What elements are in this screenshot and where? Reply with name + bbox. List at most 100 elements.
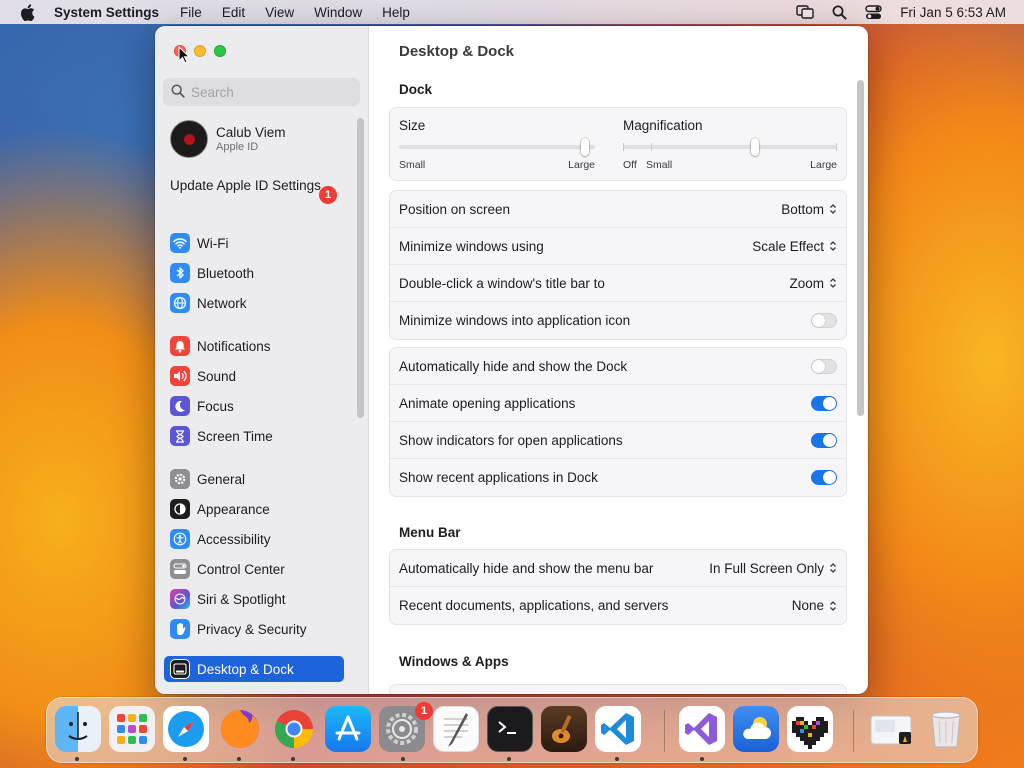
sidebar-item-appearance[interactable]: Appearance: [164, 496, 344, 522]
sidebar-item-general[interactable]: General: [164, 466, 344, 492]
magnification-tick: [623, 143, 624, 151]
magnification-slider-knob[interactable]: [750, 138, 759, 156]
running-indicator: [401, 757, 405, 761]
row-label: Double-click a window's title bar to: [399, 275, 605, 291]
sidebar-item-notifications[interactable]: Notifications: [164, 333, 344, 359]
apple-id-account[interactable]: Calub Viem Apple ID: [170, 120, 286, 158]
control-center-menu-icon[interactable]: [865, 4, 882, 20]
textedit-icon[interactable]: [433, 706, 479, 752]
terminal-icon[interactable]: [487, 706, 533, 752]
popup-value: In Full Screen Only: [709, 560, 824, 576]
auto-hide-dock-toggle[interactable]: [811, 358, 837, 374]
chevron-up-down-icon: [830, 241, 836, 251]
sidebar-item-desktop-dock[interactable]: Desktop & Dock: [164, 656, 344, 682]
sidebar-scrollbar[interactable]: [357, 118, 364, 418]
auto-hide-menu-bar-popup-button[interactable]: In Full Screen Only: [709, 561, 837, 576]
size-slider-knob[interactable]: [581, 138, 590, 156]
show-indicators-toggle[interactable]: [811, 432, 837, 448]
weather-icon[interactable]: [733, 706, 779, 752]
app-store-icon[interactable]: [325, 706, 371, 752]
trash-icon[interactable]: [923, 706, 969, 752]
show-recent-apps-row: Show recent applications in Dock: [390, 459, 846, 496]
sidebar-item-label: Wi-Fi: [197, 235, 229, 251]
safari-icon[interactable]: [163, 706, 209, 752]
menu-app-name[interactable]: System Settings: [54, 5, 159, 20]
minimize-into-app-icon-row: Minimize windows into application icon: [390, 302, 846, 339]
sidebar-item-network[interactable]: Network: [164, 290, 344, 316]
hourglass-icon: [170, 426, 190, 446]
maximize-window-button[interactable]: [214, 45, 226, 57]
page-title: Desktop & Dock: [399, 43, 515, 60]
finder-icon[interactable]: [55, 706, 101, 752]
row-label: Recent documents, applications, and serv…: [399, 598, 669, 613]
search-icon: [171, 84, 185, 101]
minimize-effect-popup-button[interactable]: Scale Effect: [752, 239, 837, 254]
firefox-icon[interactable]: [217, 706, 263, 752]
menu-help[interactable]: Help: [382, 5, 410, 20]
magnification-slider-track[interactable]: [623, 145, 837, 149]
animate-opening-apps-toggle[interactable]: [811, 395, 837, 411]
search-input[interactable]: [191, 84, 351, 100]
popup-value: Zoom: [789, 275, 824, 291]
screen-mirroring-icon[interactable]: [796, 5, 814, 19]
recent-documents-popup-button[interactable]: None: [792, 598, 837, 613]
sidebar-item-sound[interactable]: Sound: [164, 363, 344, 389]
running-indicator: [615, 757, 619, 761]
running-indicator: [507, 757, 511, 761]
size-slider-group: Size Small Large: [399, 118, 595, 171]
siri-icon: [170, 589, 190, 609]
garageband-icon[interactable]: [541, 706, 587, 752]
chrome-icon[interactable]: [271, 706, 317, 752]
pixel-heart-icon[interactable]: [787, 706, 833, 752]
chevron-up-down-icon: [830, 563, 836, 573]
dock-size-card: Size Small Large Magnification Off Small…: [389, 107, 847, 181]
row-label: Show recent applications in Dock: [399, 470, 598, 485]
minimize-window-button[interactable]: [194, 45, 206, 57]
show-recent-apps-toggle[interactable]: [811, 470, 837, 485]
minimize-into-app-icon-toggle[interactable]: [811, 313, 837, 328]
sidebar-item-label: Siri & Spotlight: [197, 591, 286, 607]
sidebar-item-wifi[interactable]: Wi-Fi: [164, 230, 344, 256]
sidebar-item-label: Notifications: [197, 338, 271, 354]
show-indicators-row: Show indicators for open applications: [390, 422, 846, 459]
vscode-icon[interactable]: [595, 706, 641, 752]
accessibility-icon: [170, 529, 190, 549]
menu-edit[interactable]: Edit: [222, 5, 245, 20]
position-popup-button[interactable]: Bottom: [781, 202, 837, 217]
downloads-icon[interactable]: [869, 706, 915, 752]
menu-view[interactable]: View: [265, 5, 294, 20]
update-badge: 1: [319, 186, 337, 204]
globe-icon: [170, 293, 190, 313]
sidebar-item-control-center[interactable]: Control Center: [164, 556, 344, 582]
account-name: Calub Viem: [216, 125, 286, 140]
menu-window[interactable]: Window: [314, 5, 362, 20]
apple-icon[interactable]: [20, 3, 36, 21]
sidebar-item-privacy-security[interactable]: Privacy & Security: [164, 616, 344, 642]
visual-studio-icon[interactable]: [679, 706, 725, 752]
menu-clock[interactable]: Fri Jan 5 6:53 AM: [900, 5, 1006, 20]
sidebar-item-label: Desktop & Dock: [197, 661, 294, 677]
row-label: Minimize windows using: [399, 238, 544, 254]
menu-bar: System Settings File Edit View Window He…: [0, 0, 1024, 24]
bluetooth-icon: [170, 263, 190, 283]
spotlight-search-icon[interactable]: [832, 5, 847, 20]
menu-file[interactable]: File: [180, 5, 202, 20]
sidebar-item-label: Privacy & Security: [197, 621, 307, 637]
size-slider-track[interactable]: [399, 145, 595, 149]
dock-options-card: Position on screen Bottom Minimize windo…: [389, 190, 847, 340]
sidebar-item-accessibility[interactable]: Accessibility: [164, 526, 344, 552]
popup-value: Bottom: [781, 201, 824, 217]
double-click-action-popup-button[interactable]: Zoom: [789, 276, 837, 291]
row-label: Position on screen: [399, 201, 511, 217]
update-apple-id-settings[interactable]: Update Apple ID Settings: [170, 178, 340, 194]
dock-icon: [170, 659, 190, 679]
search-field[interactable]: [163, 78, 360, 106]
sidebar-item-focus[interactable]: Focus: [164, 393, 344, 419]
main-scrollbar[interactable]: [857, 80, 864, 416]
sidebar-item-siri-spotlight[interactable]: Siri & Spotlight: [164, 586, 344, 612]
sidebar-item-bluetooth[interactable]: Bluetooth: [164, 260, 344, 286]
popup-value: Scale Effect: [752, 238, 824, 254]
launchpad-icon[interactable]: [109, 706, 155, 752]
sidebar-item-screen-time[interactable]: Screen Time: [164, 423, 344, 449]
dock-separator: [853, 710, 854, 752]
